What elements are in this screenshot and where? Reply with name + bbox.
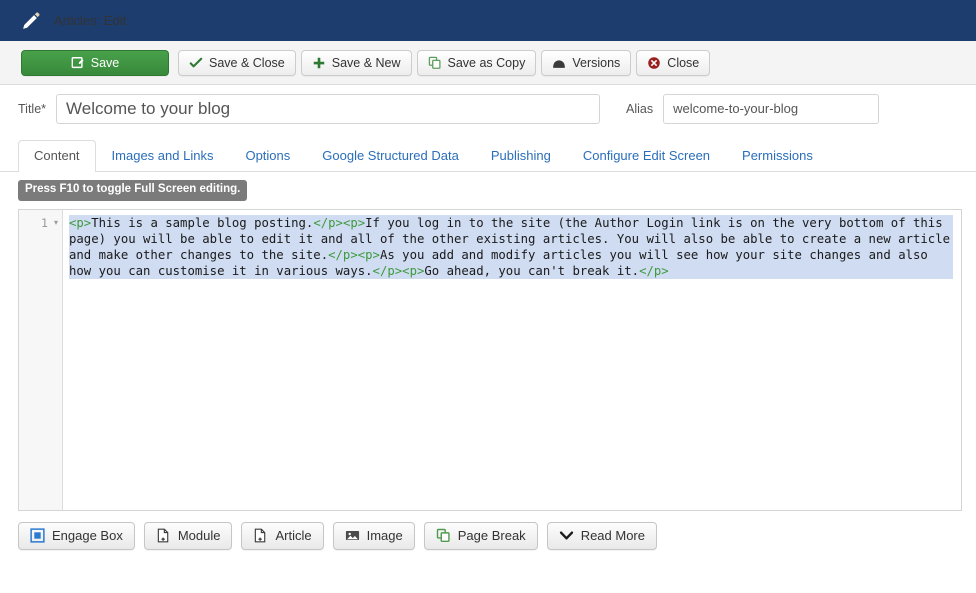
editor-gutter: 1 ▾ [19,209,63,510]
tab-configure-edit-screen[interactable]: Configure Edit Screen [567,140,726,171]
tab-bar: Content Images and Links Options Google … [0,137,976,172]
versions-button[interactable]: Versions [541,49,632,76]
save-disk-icon [71,56,85,70]
plus-icon [312,56,326,70]
title-label: Title* [18,101,47,116]
save-and-new-button[interactable]: Save & New [300,49,412,76]
engage-box-label: Engage Box [52,528,123,543]
page-break-label: Page Break [457,528,526,543]
save-as-copy-label: Save as Copy [447,55,526,70]
pencil-icon [23,11,40,29]
tab-images-and-links[interactable]: Images and Links [96,140,230,171]
module-button[interactable]: Module [143,521,233,550]
editor-insert-buttons: Engage Box Module Article Image Page Bre… [18,521,976,550]
check-icon [189,56,203,70]
code-tag: </p><p> [313,215,366,230]
code-tag: </p><p> [328,247,380,262]
tab-options[interactable]: Options [229,140,306,171]
fullscreen-hint: Press F10 to toggle Full Screen editing. [18,180,248,201]
save-button[interactable]: Save [21,49,169,76]
save-and-close-button[interactable]: Save & Close [178,49,296,76]
tab-content[interactable]: Content [18,140,96,172]
code-editor[interactable]: 1 ▾ <p>This is a sample blog posting.</p… [18,208,962,511]
code-tag: <p> [69,215,92,230]
module-page-icon [156,528,171,543]
tab-publishing[interactable]: Publishing [475,140,567,171]
code-text: This is a sample blog posting. [91,215,314,230]
required-mark: * [41,101,47,116]
alias-input[interactable] [663,93,880,124]
fold-arrow-icon[interactable]: ▾ [54,215,58,231]
image-button[interactable]: Image [332,521,415,550]
line-number: 1 [41,215,48,230]
alias-label: Alias [626,101,654,116]
code-tag: </p> [639,263,669,278]
code-text: Go ahead, you can't break it. [424,263,640,278]
close-label: Close [667,55,700,70]
title-input[interactable] [56,93,601,124]
article-button[interactable]: Article [241,521,324,550]
code-tag: </p><p> [372,263,425,278]
close-button[interactable]: Close [636,49,711,76]
tab-google-structured-data[interactable]: Google Structured Data [306,140,475,171]
image-icon [345,528,360,543]
page-break-button[interactable]: Page Break [423,521,538,550]
image-label: Image [366,528,403,543]
page-header: Articles: Edit [0,0,976,41]
save-and-close-label: Save & Close [209,55,285,70]
tab-bar-underline [0,171,976,172]
gutter-row: 1 ▾ [19,215,62,231]
save-and-new-label: Save & New [331,55,401,70]
close-circle-icon [647,56,661,70]
article-page-icon [253,528,268,543]
editor-code-area[interactable]: <p>This is a sample blog posting.</p><p>… [63,210,961,510]
archive-icon [552,56,566,70]
module-label: Module [177,528,221,543]
chevron-down-icon [559,528,574,543]
engage-box-button[interactable]: Engage Box [18,521,135,550]
page-break-icon [436,528,451,543]
article-label: Article [275,528,312,543]
engage-box-icon [30,528,45,543]
copy-icon [428,56,442,70]
read-more-label: Read More [580,528,645,543]
versions-label: Versions [572,55,621,70]
title-alias-row: Title* Alias [0,85,976,132]
read-more-button[interactable]: Read More [546,521,657,550]
tab-permissions[interactable]: Permissions [726,140,829,171]
page-title: Articles: Edit [54,13,127,28]
save-button-label: Save [90,55,120,70]
toolbar: Save Save & Close Save & New Save as Cop… [0,41,976,85]
save-as-copy-button[interactable]: Save as Copy [416,49,537,76]
editor-code-line: <p>This is a sample blog posting.</p><p>… [69,214,953,279]
